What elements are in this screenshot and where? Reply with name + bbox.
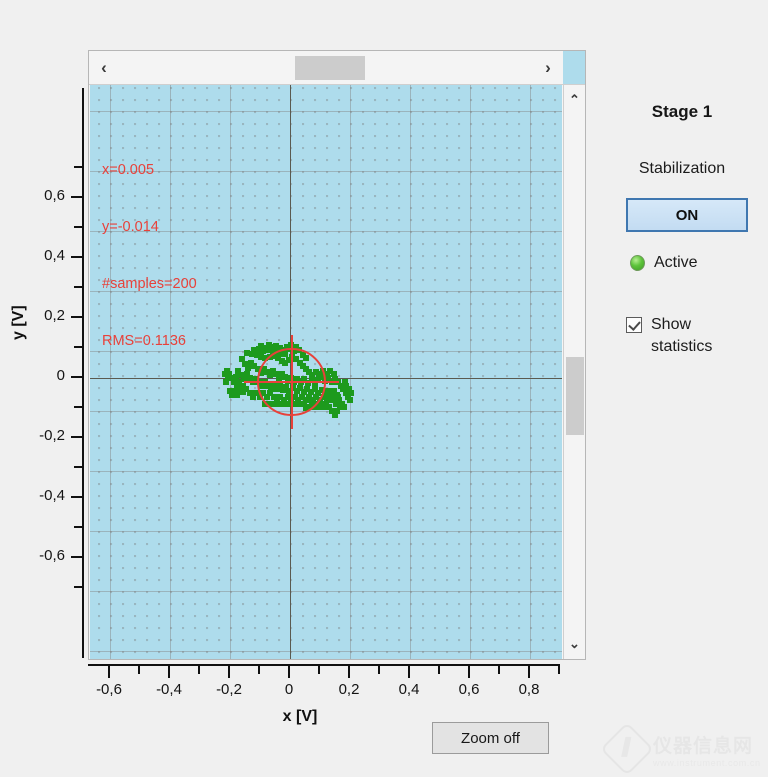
active-status-row: Active [630, 254, 698, 272]
x-axis-minor-tick [498, 666, 500, 674]
plot-panel: ‹ › ⌃ ⌄ x=0.005 y=-0.014 #samples=200 RM… [88, 50, 586, 660]
y-axis-tick [71, 316, 82, 318]
show-statistics-checkbox[interactable] [626, 317, 642, 333]
chevron-right-icon[interactable]: › [536, 51, 560, 84]
x-axis-tick-label: 0,8 [518, 681, 540, 698]
stage-control-panel: Stage 1 Stabilization ON Active Show sta… [596, 50, 768, 450]
y-axis-tick-label: 0 [56, 367, 65, 384]
stabilization-on-button[interactable]: ON [626, 198, 748, 232]
x-axis-minor-tick [138, 666, 140, 674]
vertical-scrollbar-thumb[interactable] [566, 357, 584, 435]
x-axis-spine [88, 664, 560, 666]
data-point [222, 378, 229, 385]
x-axis-minor-tick [198, 666, 200, 674]
x-axis-minor-tick [378, 666, 380, 674]
x-axis-tick [528, 666, 530, 678]
stat-rms: RMS=0.1136 [102, 333, 186, 349]
x-axis-tick [168, 666, 170, 678]
x-axis-tick [228, 666, 230, 678]
stat-x: x=0.005 [102, 162, 155, 178]
stage-title: Stage 1 [651, 102, 713, 121]
y-axis-tick [71, 256, 82, 258]
y-axis-minor-tick [74, 286, 82, 288]
data-point [347, 397, 353, 404]
y-axis-tick [71, 496, 82, 498]
y-axis-tick [71, 556, 82, 558]
y-axis-tick-label: -0,2 [39, 427, 65, 444]
chevron-up-icon[interactable]: ⌃ [564, 89, 585, 111]
watermark-url: www.instrument.com.cn [653, 757, 761, 768]
show-statistics-row[interactable]: Show statistics [626, 314, 751, 358]
crosshair-horizontal [244, 381, 339, 384]
data-point [239, 382, 246, 389]
data-point [348, 390, 355, 396]
y-axis-minor-tick [74, 166, 82, 168]
y-axis-minor-tick [74, 406, 82, 408]
active-status-label: Active [654, 254, 698, 271]
stabilization-label: Stabilization [638, 160, 726, 177]
watermark-title: 仪器信息网 [653, 735, 754, 757]
app-root: ‹ › ⌃ ⌄ x=0.005 y=-0.014 #samples=200 RM… [0, 0, 768, 777]
data-point [328, 397, 335, 404]
watermark-text: 仪器信息网 www.instrument.com.cn [653, 731, 761, 768]
vertical-scrollbar[interactable]: ⌃ ⌄ [563, 85, 585, 659]
y-axis-tick-label: -0,6 [39, 547, 65, 564]
chevron-down-icon[interactable]: ⌄ [564, 633, 585, 655]
site-watermark: 仪器信息网 www.instrument.com.cn [600, 722, 761, 776]
y-axis-tick-label: -0,4 [39, 487, 65, 504]
scrollbar-corner [563, 51, 585, 85]
horizontal-scrollbar[interactable]: ‹ › [89, 51, 563, 85]
x-axis-minor-tick [438, 666, 440, 674]
y-axis-tick-label: 0,4 [44, 247, 65, 264]
y-axis-minor-tick [74, 586, 82, 588]
y-axis-label: y [V] [10, 305, 27, 340]
horizontal-scrollbar-thumb[interactable] [295, 56, 365, 80]
stat-samples: #samples=200 [102, 276, 197, 292]
x-axis-minor-tick [318, 666, 320, 674]
x-axis-tick [288, 666, 290, 678]
stat-y: y=-0.014 [102, 219, 159, 235]
y-axis-tick [71, 196, 82, 198]
y-axis-minor-tick [74, 526, 82, 528]
y-axis-tick [71, 436, 82, 438]
x-axis-label: x [V] [282, 708, 318, 725]
y-axis-spine [82, 88, 84, 658]
x-axis-minor-tick [558, 666, 560, 674]
x-axis-tick [408, 666, 410, 678]
statistics-overlay: x=0.005 y=-0.014 #samples=200 RMS=0.1136 [102, 123, 197, 389]
zoom-off-button[interactable]: Zoom off [432, 722, 549, 754]
status-led-icon [630, 255, 645, 271]
x-axis-minor-tick [258, 666, 260, 674]
y-axis-minor-tick [74, 466, 82, 468]
x-axis-tick [348, 666, 350, 678]
data-point [330, 370, 337, 377]
watermark-logo-icon [600, 722, 654, 776]
scatter-plot-canvas[interactable]: x=0.005 y=-0.014 #samples=200 RMS=0.1136 [90, 85, 562, 659]
data-point [342, 379, 349, 386]
show-statistics-label: Show statistics [651, 316, 713, 355]
y-axis-minor-tick [74, 226, 82, 228]
data-point [234, 391, 241, 398]
y-axis-tick [71, 376, 82, 378]
y-axis-minor-tick [74, 346, 82, 348]
x-axis-tick [468, 666, 470, 678]
chevron-left-icon[interactable]: ‹ [92, 51, 116, 84]
x-axis-tick [108, 666, 110, 678]
y-axis-tick-label: 0,6 [44, 187, 65, 204]
